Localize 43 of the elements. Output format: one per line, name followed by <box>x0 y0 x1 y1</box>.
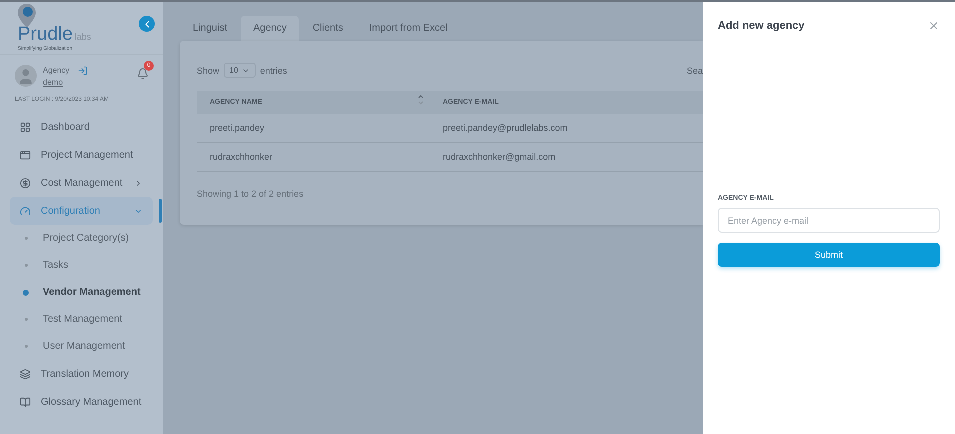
entries-label: entries <box>260 66 288 76</box>
page-size-select[interactable]: 10 <box>224 63 256 78</box>
tab[interactable]: Agency <box>241 16 299 41</box>
grid-icon <box>20 122 31 132</box>
table-cell: preeti.pandey <box>197 114 430 142</box>
tab[interactable]: Clients <box>300 16 356 41</box>
sidebar-item[interactable]: Translation Memory <box>10 360 153 388</box>
tab[interactable]: Linguist <box>181 16 240 41</box>
show-label: Show <box>197 66 220 76</box>
search-label: Sea <box>686 66 703 76</box>
brand-name: Prudle <box>18 24 73 46</box>
sidebar-item[interactable]: Project Management <box>10 141 153 169</box>
submenu-item[interactable]: Vendor Management <box>10 279 163 306</box>
table-cell: rudraxchhonker <box>197 142 430 172</box>
table-cell: preeti.pandey@prudlelabs.com <box>430 114 703 142</box>
pin-logo-icon <box>18 4 36 28</box>
active-indicator <box>159 199 162 223</box>
submenu-item[interactable]: Tasks <box>10 252 163 279</box>
tab[interactable]: Import from Excel <box>357 16 460 41</box>
submenu-item[interactable]: Test Management <box>10 306 163 333</box>
table-cell: rudraxchhonker@gmail.com <box>430 142 703 172</box>
submenu-item[interactable]: Project Category(s) <box>10 225 163 252</box>
user-role: Agency <box>43 66 70 75</box>
logout-icon[interactable] <box>78 66 88 76</box>
user-name-link[interactable]: demo <box>43 78 88 86</box>
stack-icon <box>20 368 31 380</box>
window-icon <box>20 150 31 160</box>
email-input-field[interactable]: Enter Agency e-mail <box>718 208 940 233</box>
gauge-icon <box>20 206 31 216</box>
sort-icon <box>418 94 424 106</box>
submit-button[interactable]: Submit <box>718 243 940 267</box>
collapse-button[interactable] <box>139 16 155 32</box>
dollar-icon <box>20 178 31 188</box>
table-info: Showing 1 to 2 of 2 entries <box>197 189 305 199</box>
sidebar-item[interactable]: Glossary Management <box>10 388 153 416</box>
sidebar-item[interactable]: Cost Management <box>10 169 153 197</box>
submenu-item[interactable]: User Management <box>10 333 163 360</box>
book-icon <box>20 396 31 408</box>
drawer-title: Add new agency <box>718 20 805 32</box>
close-button[interactable] <box>928 20 940 32</box>
sidebar-item[interactable]: Dashboard <box>10 113 153 141</box>
avatar-icon <box>15 65 37 87</box>
bell-icon[interactable] <box>137 68 149 80</box>
